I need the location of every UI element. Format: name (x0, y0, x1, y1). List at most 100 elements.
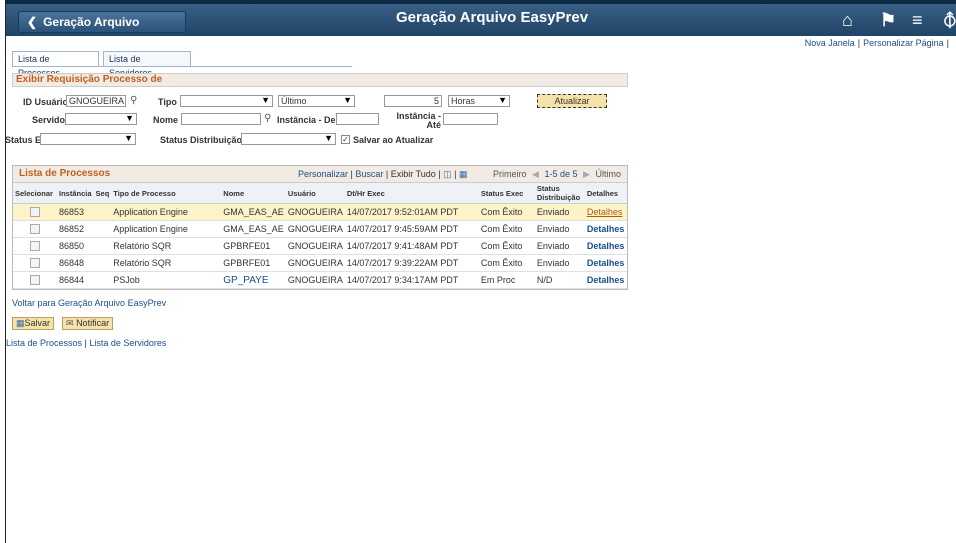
menu-icon[interactable]: ≡ (912, 10, 923, 31)
select-checkbox[interactable] (30, 275, 40, 286)
type-select[interactable]: ▼ (180, 95, 273, 107)
first-link[interactable]: Primeiro (493, 169, 527, 179)
process-type-cell: Application Engine (111, 220, 222, 238)
search-icon[interactable]: ⚲ (264, 113, 271, 124)
select-checkbox[interactable] (30, 258, 40, 269)
name-label: Nome (153, 115, 179, 125)
status-exec-cell: Com Êxito (478, 203, 535, 221)
details-link[interactable]: Detalhes (584, 271, 627, 289)
next-icon[interactable]: ▶ (583, 169, 590, 179)
status-exec-cell: Com Êxito (478, 254, 535, 272)
last-link[interactable]: Último (595, 169, 621, 179)
toolbar-sep: | (383, 169, 391, 179)
select-checkbox[interactable] (30, 224, 40, 235)
status-dist-select[interactable]: ▼ (241, 133, 336, 145)
table-row[interactable]: 86853 Application Engine GMA_EAS_AE GNOGUEI… (13, 203, 627, 221)
details-link[interactable]: Detalhes (584, 254, 627, 272)
col-details: Detalhes (584, 183, 627, 204)
name-cell: GPBRFE01 (221, 237, 286, 255)
instance-from-field[interactable] (336, 113, 379, 125)
process-type-cell: Relatório SQR (111, 254, 222, 272)
chevron-left-icon: ❮ (27, 15, 38, 29)
personalize-link[interactable]: Personalizar (298, 169, 348, 179)
tab-process-list[interactable]: Lista de Processos (12, 51, 99, 78)
navbar-icon[interactable]: ⦽ (944, 10, 956, 31)
col-seq: Seq (93, 183, 112, 204)
datetime-cell: 14/07/2017 9:52:01AM PDT (344, 203, 479, 221)
name-cell[interactable]: GP_PAYE (221, 271, 286, 289)
count-field[interactable]: 5 (384, 95, 442, 107)
datetime-cell: 14/07/2017 9:41:48AM PDT (344, 237, 479, 255)
name-cell: GMA_EAS_AE (221, 220, 286, 238)
user-cell: GNOGUEIRA (285, 254, 345, 272)
name-cell: GPBRFE01 (221, 254, 286, 272)
select-checkbox[interactable] (30, 207, 40, 218)
notify-button[interactable]: ✉ Notificar (62, 317, 114, 330)
col-status-exec: Status Exec (478, 183, 535, 204)
details-link[interactable]: Detalhes (584, 203, 627, 221)
name-field[interactable] (181, 113, 261, 125)
period-select[interactable]: Último ▼ (278, 95, 355, 107)
download-excel-icon[interactable]: ▦ (459, 169, 468, 179)
save-button[interactable]: ▦Salvar (12, 317, 55, 330)
personalize-page-link[interactable]: Personalizar Página (863, 38, 944, 48)
search-icon[interactable]: ⚲ (130, 95, 137, 106)
status-dist-cell: Enviado (534, 237, 585, 255)
process-list-link[interactable]: Lista de Processos (6, 338, 82, 348)
save-on-refresh-checkbox[interactable]: ✓ (341, 135, 350, 144)
view-all-link[interactable]: Exibir Tudo (391, 169, 436, 179)
type-label: Tipo (158, 97, 177, 107)
chevron-down-icon: ▼ (498, 95, 507, 105)
find-link[interactable]: Buscar (355, 169, 383, 179)
instance-cell: 86853 (57, 203, 94, 221)
top-links: Nova Janela | Personalizar Página | (804, 38, 949, 48)
unit-select-value: Horas (451, 96, 476, 106)
notify-button-label: Notificar (76, 318, 110, 328)
new-window-grid-icon[interactable]: ◫ (443, 169, 452, 179)
details-link[interactable]: Detalhes (584, 237, 627, 255)
back-to-page-link[interactable]: Voltar para Geração Arquivo EasyPrev (12, 298, 166, 308)
previous-icon[interactable]: ◀ (532, 169, 539, 179)
criteria-section-title: Exibir Requisição Processo de (12, 73, 628, 87)
user-id-field[interactable]: GNOGUEIRA (66, 95, 126, 107)
table-row[interactable]: 86852 Application Engine GMA_EAS_AE GNOGUEI… (13, 220, 627, 238)
table-row[interactable]: 86848 Relatório SQR GPBRFE01 GNOGUEIRA 14/07… (13, 254, 627, 272)
instance-to-label: Instância - Até (396, 111, 441, 130)
home-icon[interactable]: ⌂ (842, 10, 853, 31)
name-cell: GMA_EAS_AE (221, 203, 286, 221)
back-button[interactable]: ❮ Geração Arquivo EasyPrev (18, 11, 186, 49)
select-cell (13, 254, 57, 272)
server-list-link[interactable]: Lista de Servidores (89, 338, 166, 348)
datetime-cell: 14/07/2017 9:45:59AM PDT (344, 220, 479, 238)
grid-toolbar: Personalizar | Buscar | Exibir Tudo | ◫ … (298, 169, 468, 179)
refresh-button[interactable]: Atualizar (537, 94, 607, 108)
unit-select[interactable]: Horas ▼ (448, 95, 510, 107)
user-cell: GNOGUEIRA (285, 203, 345, 221)
user-cell: GNOGUEIRA (285, 220, 345, 238)
select-cell (13, 271, 57, 289)
chevron-down-icon: ▼ (343, 95, 352, 105)
period-select-value: Último (281, 96, 307, 106)
top-banner: ❮ Geração Arquivo EasyPrev Geração Arquiv… (6, 0, 956, 49)
instance-cell: 86848 (57, 254, 94, 272)
tab-server-list[interactable]: Lista de Servidores (103, 51, 191, 78)
instance-cell: 86850 (57, 237, 94, 255)
seq-cell (93, 220, 112, 238)
new-window-link[interactable]: Nova Janela (805, 38, 855, 48)
status-exec-select[interactable]: ▼ (40, 133, 136, 145)
details-link[interactable]: Detalhes (584, 220, 627, 238)
grid-navigation: Primeiro ◀ 1-5 de 5 ▶ Último (493, 169, 621, 180)
table-row[interactable]: 86844 PSJob GP_PAYE GNOGUEIRA 14/07/2017 9:3… (13, 271, 627, 289)
select-checkbox[interactable] (30, 241, 40, 252)
flag-icon[interactable]: ⚑ (880, 10, 896, 31)
select-cell (13, 237, 57, 255)
instance-from-label: Instância - De (277, 115, 336, 125)
table-row[interactable]: 86850 Relatório SQR GPBRFE01 GNOGUEIRA 14/07… (13, 237, 627, 255)
process-table: Selecionar Instância Seq Tipo de Process… (13, 183, 627, 289)
grid-title: Lista de Processos (19, 168, 111, 179)
user-cell: GNOGUEIRA (285, 271, 345, 289)
col-instance: Instância (57, 183, 94, 204)
server-select[interactable]: ▼ (65, 113, 137, 125)
seq-cell (93, 237, 112, 255)
instance-to-field[interactable] (443, 113, 498, 125)
